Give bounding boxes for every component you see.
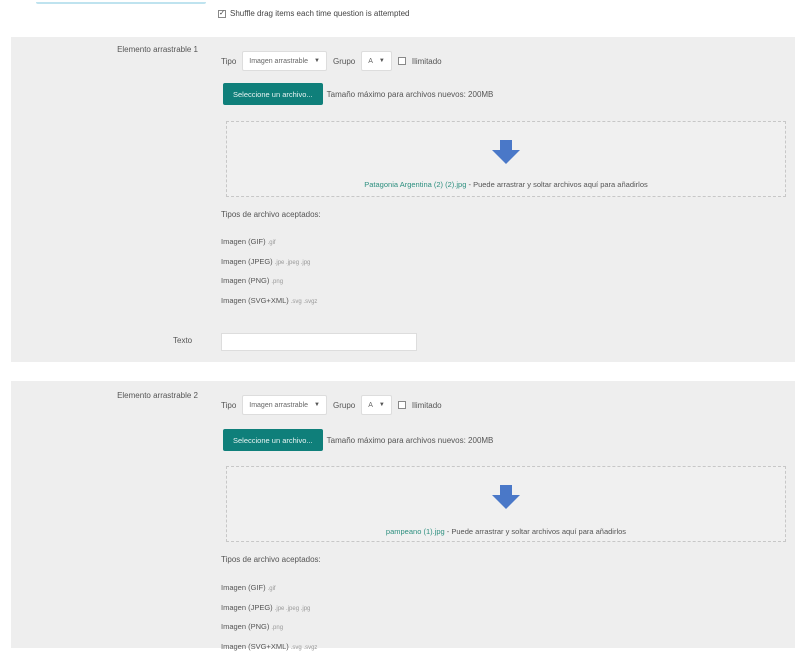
header-underline [36,0,206,4]
grupo-label: Grupo [333,57,355,66]
tipo-select[interactable]: Imagen arrastrable ▼ [242,395,327,415]
max-size-text: Tamaño máximo para archivos nuevos: 200M… [327,436,494,445]
tipo-select-value: Imagen arrastrable [249,402,308,409]
chevron-down-icon: ▼ [379,58,385,64]
chevron-down-icon: ▼ [314,402,320,408]
dropzone-text: pampeano (1).jpg - Puede arrastrar y sol… [227,527,785,536]
accepted-types-list: Imagen (GIF).gif Imagen (JPEG).jpe .jpeg… [221,582,317,660]
list-item: Imagen (SVG+XML).svg .svgz [221,641,317,660]
tipo-label: Tipo [221,401,236,410]
arrow-down-icon [492,485,520,509]
list-item: Imagen (GIF).gif [221,582,317,602]
grupo-select-value: A [368,402,373,409]
list-item: Imagen (PNG).png [221,275,317,295]
tipo-select-value: Imagen arrastrable [249,58,308,65]
file-type-ext: .png [271,625,283,631]
drag-item-label: Elemento arrastrable 2 [117,391,198,400]
file-type-ext: .jpe .jpeg .jpg [275,260,311,266]
chevron-down-icon: ▼ [379,402,385,408]
shuffle-option[interactable]: ✓ Shuffle drag items each time question … [218,9,410,18]
list-item: Imagen (JPEG).jpe .jpeg .jpg [221,256,317,276]
upload-row: Seleccione un archivo... Tamaño máximo p… [223,429,493,451]
text-field-label: Texto [173,336,192,345]
shuffle-label: Shuffle drag items each time question is… [230,9,410,18]
file-type-name: Imagen (SVG+XML) [221,642,289,651]
list-item: Imagen (SVG+XML).svg .svgz [221,295,317,315]
ilimitado-checkbox[interactable] [398,401,406,409]
file-type-name: Imagen (JPEG) [221,257,273,266]
dropzone-text: Patagonia Argentina (2) (2).jpg - Puede … [227,180,785,189]
file-type-ext: .svg .svgz [291,299,318,305]
choose-file-button[interactable]: Seleccione un archivo... [223,83,323,105]
drag-item-panel-1: Elemento arrastrable 1 Tipo Imagen arras… [11,37,795,362]
file-type-ext: .png [271,279,283,285]
dropzone-hint: - Puede arrastrar y soltar archivos aquí… [466,180,647,189]
file-type-name: Imagen (JPEG) [221,603,273,612]
uploaded-file-link[interactable]: pampeano (1).jpg [386,527,445,536]
accepted-types-title: Tipos de archivo aceptados: [221,210,321,219]
file-type-name: Imagen (GIF) [221,583,266,592]
list-item: Imagen (GIF).gif [221,236,317,256]
text-field[interactable] [221,333,417,351]
file-dropzone[interactable]: Patagonia Argentina (2) (2).jpg - Puede … [226,121,786,197]
file-dropzone[interactable]: pampeano (1).jpg - Puede arrastrar y sol… [226,466,786,542]
accepted-types-title: Tipos de archivo aceptados: [221,555,321,564]
dropzone-hint: - Puede arrastrar y soltar archivos aquí… [445,527,626,536]
upload-row: Seleccione un archivo... Tamaño máximo p… [223,83,493,105]
item-controls: Tipo Imagen arrastrable ▼ Grupo A ▼ Ilim… [221,395,442,415]
ilimitado-label: Ilimitado [412,57,442,66]
uploaded-file-link[interactable]: Patagonia Argentina (2) (2).jpg [364,180,466,189]
file-type-ext: .gif [268,586,276,592]
file-type-name: Imagen (SVG+XML) [221,296,289,305]
arrow-down-icon [492,140,520,164]
accepted-types-list: Imagen (GIF).gif Imagen (JPEG).jpe .jpeg… [221,236,317,314]
ilimitado-label: Ilimitado [412,401,442,410]
file-type-name: Imagen (PNG) [221,622,269,631]
drag-item-label: Elemento arrastrable 1 [117,45,198,54]
file-type-name: Imagen (PNG) [221,276,269,285]
file-type-name: Imagen (GIF) [221,237,266,246]
file-type-ext: .gif [268,240,276,246]
max-size-text: Tamaño máximo para archivos nuevos: 200M… [327,90,494,99]
list-item: Imagen (PNG).png [221,621,317,641]
choose-file-button[interactable]: Seleccione un archivo... [223,429,323,451]
item-controls: Tipo Imagen arrastrable ▼ Grupo A ▼ Ilim… [221,51,442,71]
tipo-select[interactable]: Imagen arrastrable ▼ [242,51,327,71]
file-type-ext: .jpe .jpeg .jpg [275,606,311,612]
ilimitado-checkbox[interactable] [398,57,406,65]
shuffle-checkbox[interactable]: ✓ [218,10,226,18]
grupo-select[interactable]: A ▼ [361,51,392,71]
grupo-label: Grupo [333,401,355,410]
grupo-select-value: A [368,58,373,65]
list-item: Imagen (JPEG).jpe .jpeg .jpg [221,602,317,622]
drag-item-panel-2: Elemento arrastrable 2 Tipo Imagen arras… [11,381,795,648]
grupo-select[interactable]: A ▼ [361,395,392,415]
tipo-label: Tipo [221,57,236,66]
chevron-down-icon: ▼ [314,58,320,64]
